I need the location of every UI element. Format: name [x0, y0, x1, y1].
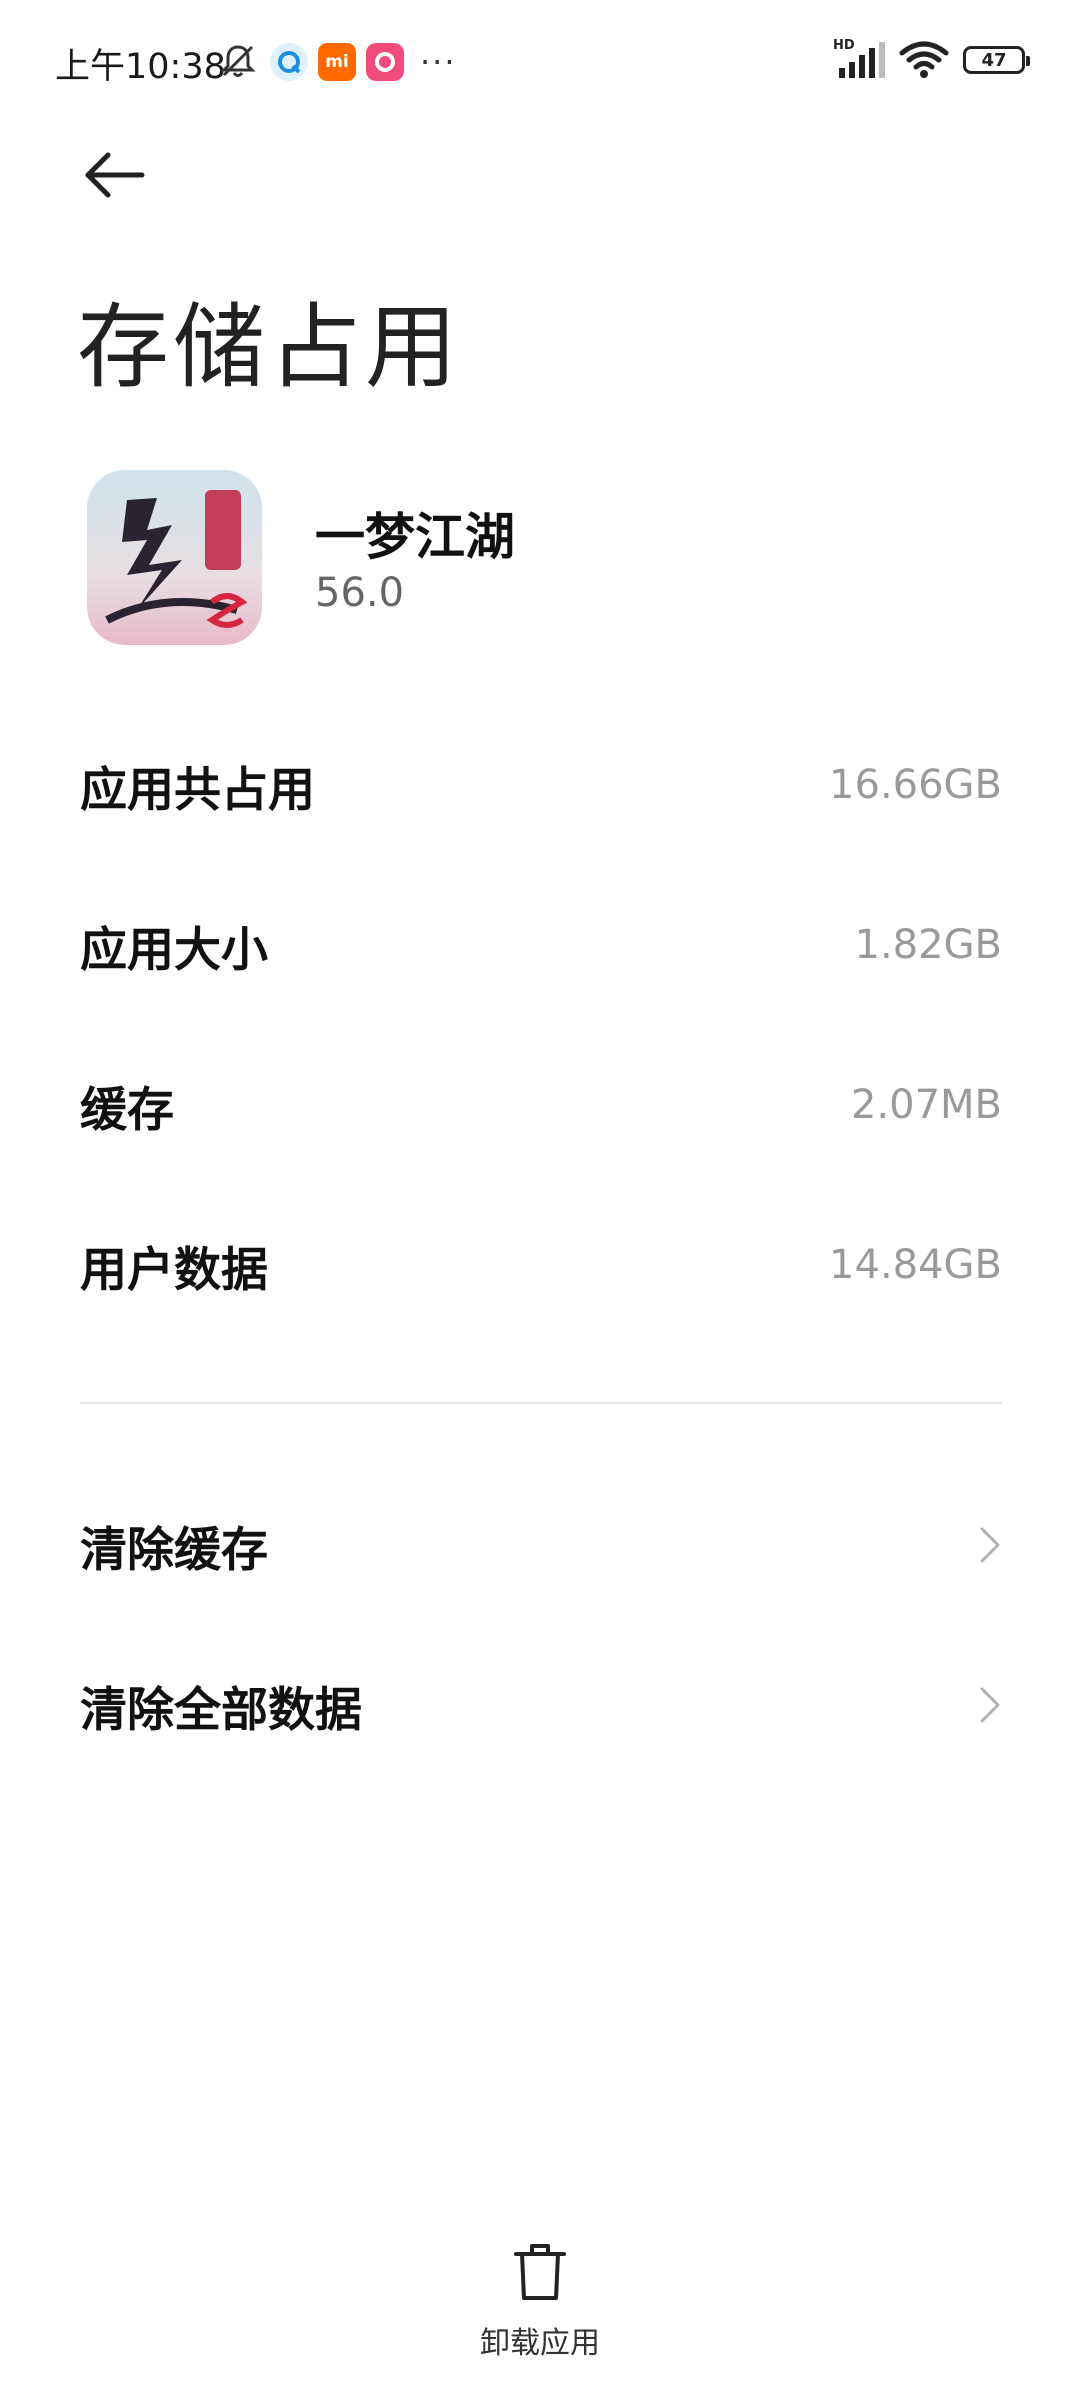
storage-row-total: 应用共占用 16.66GB — [80, 745, 1002, 825]
storage-row-user-data: 用户数据 14.84GB — [80, 1225, 1002, 1305]
storage-value: 16.66GB — [829, 762, 1002, 808]
signal-icon: HD — [833, 38, 889, 80]
uninstall-button[interactable]: 卸载应用 — [440, 2240, 640, 2370]
clear-all-data-button[interactable]: 清除全部数据 — [80, 1665, 1002, 1745]
battery-icon: 47 — [963, 46, 1030, 74]
uninstall-label: 卸载应用 — [480, 2326, 600, 2361]
storage-label: 应用共占用 — [80, 762, 315, 818]
page-title: 存储占用 — [77, 294, 462, 401]
clear-cache-button[interactable]: 清除缓存 — [80, 1505, 1002, 1585]
trash-icon — [514, 2244, 566, 2300]
storage-label: 应用大小 — [80, 922, 268, 978]
pink-app-icon — [366, 43, 404, 81]
storage-value: 2.07MB — [850, 1082, 1002, 1128]
app-name: 一梦江湖 — [315, 508, 515, 566]
storage-row-cache: 缓存 2.07MB — [80, 1065, 1002, 1145]
divider — [80, 1402, 1002, 1404]
chevron-right-icon — [980, 1527, 1000, 1563]
more-notifications-icon: ··· — [420, 43, 457, 81]
system-icons: HD 47 — [833, 38, 1030, 80]
storage-label: 缓存 — [80, 1082, 174, 1138]
mute-bell-icon — [218, 41, 260, 83]
app-icon — [87, 470, 262, 645]
status-bar: 上午10:38 mi ··· HD 47 — [0, 0, 1080, 120]
chevron-right-icon — [980, 1687, 1000, 1723]
status-time: 上午10:38 — [55, 47, 226, 87]
back-arrow-icon[interactable] — [80, 145, 150, 205]
mi-app-icon: mi — [318, 43, 356, 81]
storage-value: 1.82GB — [854, 922, 1003, 968]
action-label: 清除全部数据 — [80, 1682, 362, 1738]
wifi-icon — [899, 40, 949, 80]
storage-row-app-size: 应用大小 1.82GB — [80, 905, 1002, 985]
app-version: 56.0 — [315, 570, 405, 616]
notification-icons: mi ··· — [218, 38, 457, 86]
action-label: 清除缓存 — [80, 1522, 268, 1578]
browser-app-icon — [270, 43, 308, 81]
storage-label: 用户数据 — [80, 1242, 268, 1298]
storage-value: 14.84GB — [829, 1242, 1002, 1288]
